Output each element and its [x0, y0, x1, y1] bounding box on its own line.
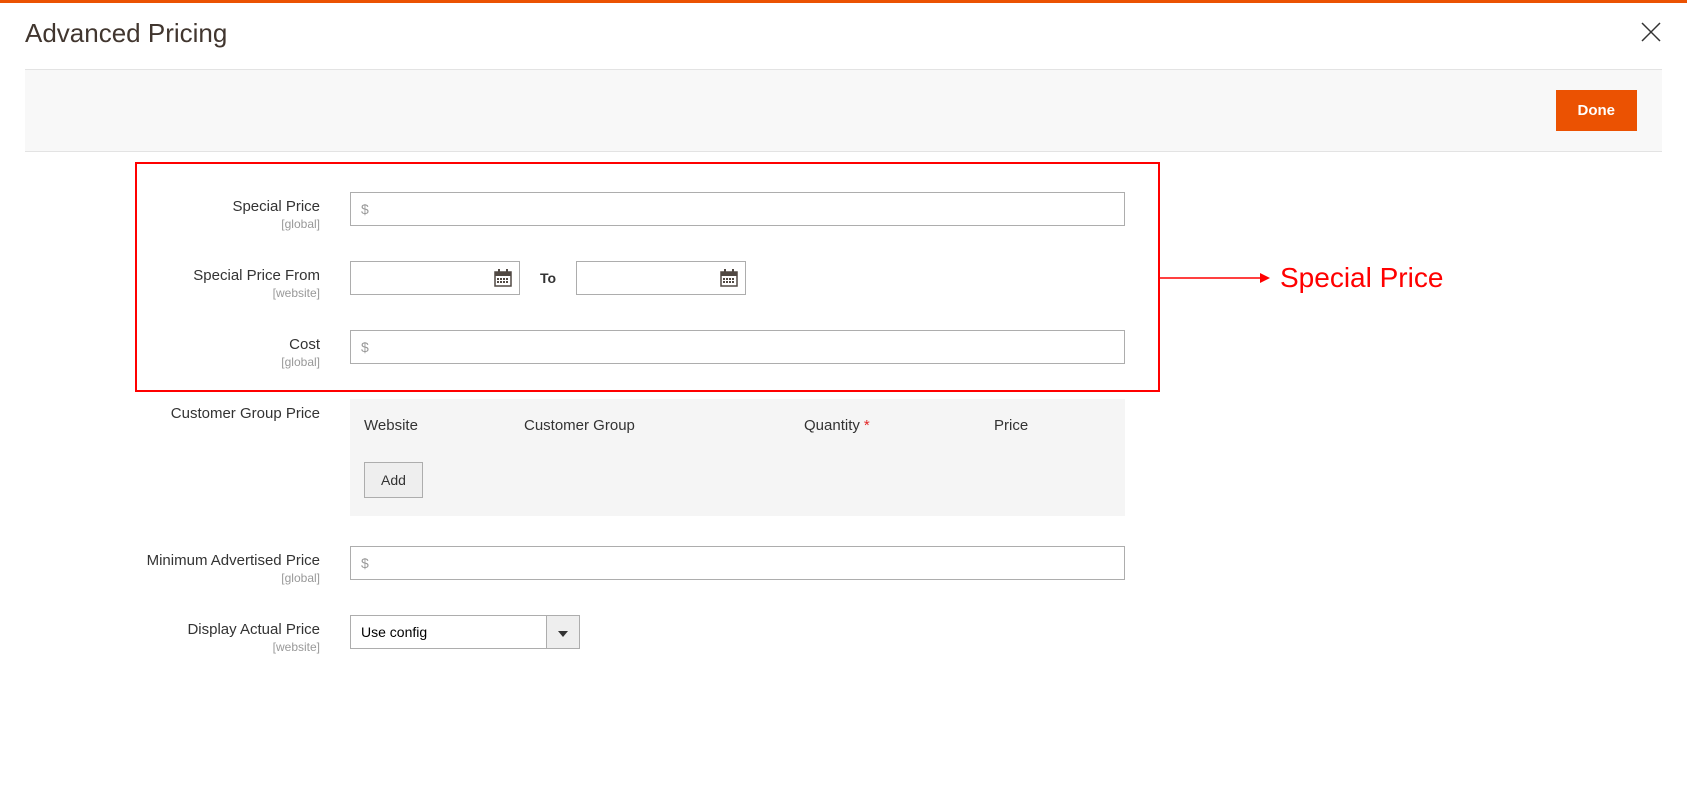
label-customer-group-price: Customer Group Price [25, 405, 320, 422]
row-display-actual-price: Display Actual Price [website] [25, 615, 1662, 654]
chevron-down-icon [558, 624, 568, 640]
required-asterisk: * [864, 417, 870, 434]
action-toolbar: Done [25, 69, 1662, 152]
grid-header-price: Price [994, 417, 1028, 434]
special-price-input[interactable] [350, 192, 1125, 226]
add-button[interactable]: Add [364, 462, 423, 498]
close-icon[interactable] [1640, 20, 1662, 48]
form-area: Special Price Special Price [global] Spe… [0, 152, 1687, 704]
row-map: Minimum Advertised Price [global] [25, 546, 1662, 585]
cost-input[interactable] [350, 330, 1125, 364]
label-special-price-from: Special Price From [25, 267, 320, 284]
label-special-price: Special Price [25, 198, 320, 215]
page-title: Advanced Pricing [25, 18, 227, 49]
row-special-price-from: Special Price From [website] To [25, 261, 1662, 300]
scope-display-actual-price: [website] [25, 640, 320, 654]
done-button[interactable]: Done [1556, 90, 1638, 131]
special-price-to-input[interactable] [576, 261, 746, 295]
label-map: Minimum Advertised Price [25, 552, 320, 569]
map-input[interactable] [350, 546, 1125, 580]
row-special-price: Special Price [global] [25, 192, 1662, 231]
grid-header-customer-group: Customer Group [524, 417, 804, 434]
label-display-actual-price: Display Actual Price [25, 621, 320, 638]
grid-header-website: Website [364, 417, 524, 434]
dropdown-toggle-button[interactable] [546, 615, 580, 649]
special-price-from-input[interactable] [350, 261, 520, 295]
grid-header-row: Website Customer Group Quantity* Price [350, 399, 1125, 452]
row-cost: Cost [global] [25, 330, 1662, 369]
scope-map: [global] [25, 571, 320, 585]
grid-header-quantity: Quantity* [804, 417, 994, 434]
customer-group-price-grid: Website Customer Group Quantity* Price A… [350, 399, 1125, 516]
scope-cost: [global] [25, 355, 320, 369]
scope-special-price: [global] [25, 217, 320, 231]
row-customer-group-price: Customer Group Price Website Customer Gr… [25, 399, 1662, 516]
label-to: To [532, 270, 564, 286]
modal-header: Advanced Pricing [0, 3, 1687, 69]
scope-special-price-from: [website] [25, 286, 320, 300]
label-cost: Cost [25, 336, 320, 353]
